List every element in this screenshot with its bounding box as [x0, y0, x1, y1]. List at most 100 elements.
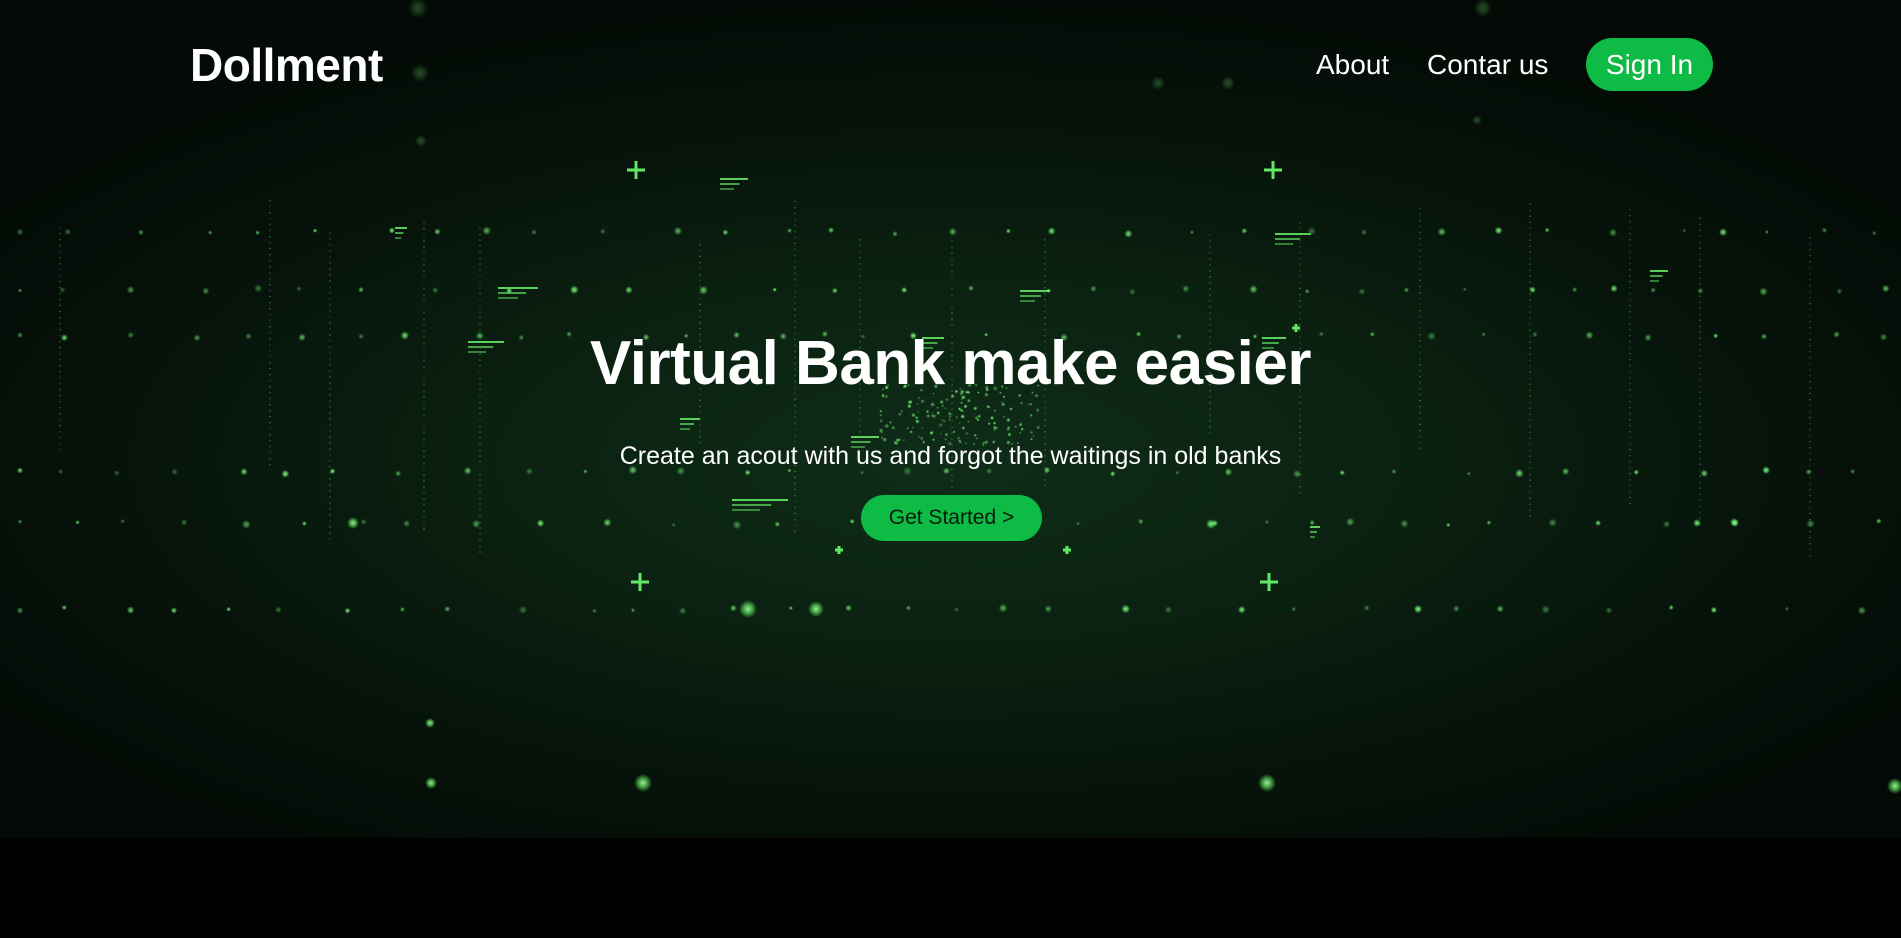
particle-dot	[1698, 295, 1702, 298]
particle-dot	[478, 298, 482, 302]
particle-dot	[422, 407, 426, 411]
particle-dot	[170, 607, 178, 614]
particle-dot	[328, 309, 332, 313]
particle-dot	[974, 415, 979, 420]
particle-dash	[1310, 536, 1315, 538]
particle-dot	[268, 253, 272, 256]
particle-dot	[58, 424, 62, 427]
particle-dot	[328, 477, 332, 481]
particle-dash	[1310, 531, 1317, 533]
particle-dot	[478, 508, 482, 512]
particle-dot	[1698, 487, 1702, 490]
particle-dot	[1808, 404, 1812, 407]
particle-dot	[1121, 604, 1131, 614]
particle-dot	[1628, 406, 1632, 409]
particle-dot	[1304, 288, 1310, 294]
particle-dot	[1043, 430, 1047, 433]
particle-dot	[328, 237, 332, 241]
particle-dot	[422, 269, 426, 273]
particle-dot	[58, 310, 62, 313]
particle-dot	[1043, 280, 1047, 283]
particle-dot	[1528, 431, 1532, 434]
particle-dot	[16, 607, 24, 614]
particle-dot	[422, 419, 426, 423]
particle-dot	[1628, 418, 1632, 421]
particle-dot	[268, 295, 272, 298]
particle-dot	[1418, 231, 1422, 234]
particle-dot	[478, 418, 482, 422]
particle-dot	[478, 406, 482, 410]
particle-dot	[960, 401, 964, 405]
particle-dot	[328, 435, 332, 439]
particle-dot	[1208, 425, 1212, 428]
particle-dot	[793, 212, 797, 215]
particle-dot	[1208, 233, 1212, 236]
get-started-button[interactable]: Get Started >	[861, 495, 1042, 541]
particle-dot	[268, 277, 272, 280]
particle-dot	[478, 244, 482, 248]
particle-dot	[16, 228, 24, 236]
particle-dot	[422, 305, 426, 309]
particle-dot	[950, 486, 954, 489]
particle-dot	[1698, 271, 1702, 274]
particle-dot	[793, 320, 797, 323]
particle-dot	[268, 199, 272, 202]
particle-dot	[478, 526, 482, 530]
particle-dot	[58, 304, 62, 307]
particle-dot	[1006, 427, 1010, 432]
particle-dot	[1528, 281, 1532, 284]
particle-dot	[1005, 228, 1011, 234]
particle-dash	[1020, 295, 1041, 297]
nav-link-about[interactable]: About	[1316, 49, 1389, 81]
particle-dot	[1418, 207, 1422, 210]
particle-dot	[268, 307, 272, 310]
particle-dot	[793, 488, 797, 491]
particle-dot	[268, 259, 272, 262]
particle-dot	[1418, 435, 1422, 438]
particle-dot	[1208, 293, 1212, 296]
particle-dot	[1836, 288, 1843, 295]
nav-link-contact[interactable]: Contar us	[1427, 49, 1548, 81]
particle-dot	[328, 273, 332, 277]
particle-dot	[914, 415, 919, 420]
particle-dot	[1528, 305, 1532, 308]
particle-dot	[1018, 431, 1022, 435]
particle-dot	[1528, 473, 1532, 476]
particle-dot	[793, 230, 797, 233]
particle-dot	[1164, 606, 1173, 614]
particle-dot	[845, 604, 852, 612]
particle-dot	[987, 422, 991, 426]
particle-dot	[328, 495, 332, 499]
brand-logo[interactable]: Dollment	[190, 38, 383, 92]
particle-dot	[1418, 279, 1422, 282]
particle-dot	[950, 312, 954, 315]
particle-dot	[1208, 245, 1212, 248]
particle-dot	[1628, 226, 1632, 229]
particle-dot	[1608, 228, 1618, 237]
particle-dot	[1043, 436, 1047, 439]
particle-dot	[939, 399, 944, 405]
particle-dot	[422, 491, 426, 495]
particle-dot	[939, 432, 942, 435]
particle-dot	[328, 537, 332, 541]
particle-dot	[58, 268, 62, 271]
particle-dot	[1043, 478, 1047, 481]
particle-dash	[1020, 290, 1050, 292]
particle-dot	[1871, 230, 1877, 236]
particle-dot	[1400, 519, 1409, 528]
particle-dot	[1418, 423, 1422, 426]
particle-dot	[1808, 320, 1812, 323]
particle-dot	[1528, 413, 1532, 416]
particle-dot	[858, 430, 862, 433]
sign-in-button[interactable]: Sign In	[1586, 38, 1713, 91]
particle-dot	[793, 524, 797, 527]
particle-dot	[58, 418, 62, 421]
particle-dot	[1628, 244, 1632, 247]
particle-dot	[1043, 310, 1047, 313]
particle-dot	[268, 241, 272, 244]
particle-dot	[858, 304, 862, 307]
particle-dash	[498, 292, 526, 294]
particle-dot	[1298, 311, 1302, 314]
particle-dot	[948, 418, 951, 421]
particle-dot	[1298, 251, 1302, 254]
